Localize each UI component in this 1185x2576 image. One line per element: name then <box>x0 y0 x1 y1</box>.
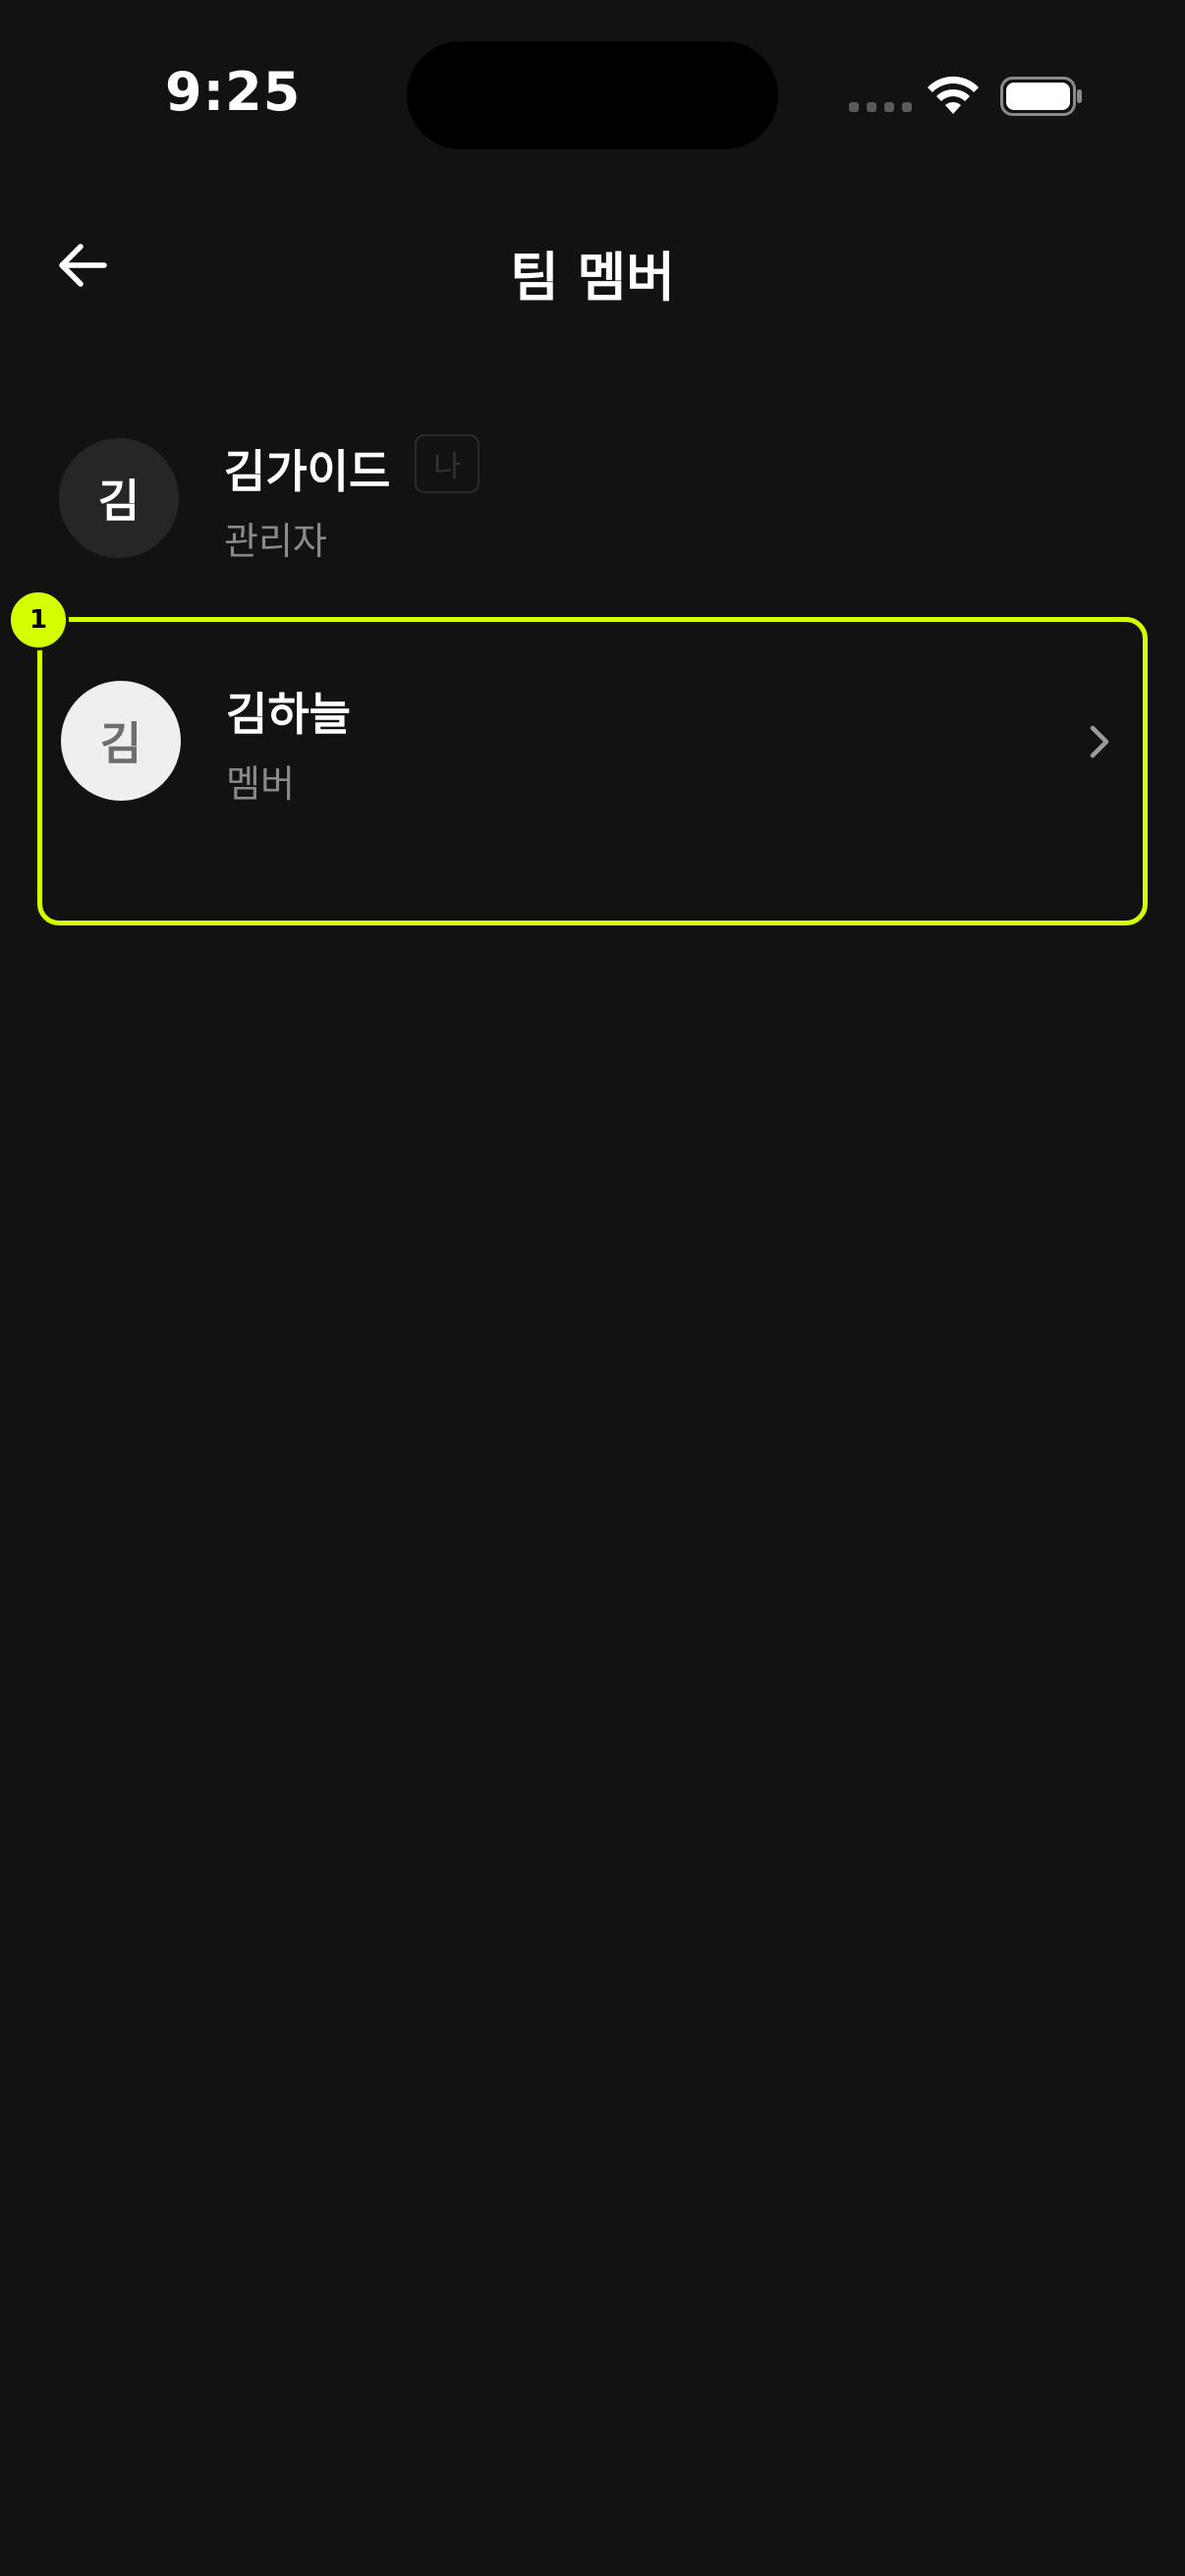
member-role: 멤버 <box>226 762 295 806</box>
member-row-member[interactable]: 김 김하늘 멤버 <box>37 617 1148 925</box>
member-name: 김가이드 <box>224 445 391 498</box>
wifi-icon <box>928 76 979 114</box>
member-row-admin: 김 김가이드 나 관리자 <box>37 413 1148 589</box>
annotation-marker: 1 <box>8 589 69 650</box>
screen: 9:25 팀 멤버 김 김가이드 나 관리자 김 김하늘 멤버 1 <box>0 0 1185 2576</box>
member-name: 김하늘 <box>226 688 351 741</box>
me-badge: 나 <box>415 434 480 493</box>
chevron-right-icon <box>1090 725 1109 758</box>
avatar: 김 <box>59 438 179 558</box>
battery-icon <box>1000 77 1082 116</box>
signal-icon <box>849 102 912 112</box>
header: 팀 멤버 <box>0 206 1185 324</box>
status-bar: 9:25 <box>0 0 1185 196</box>
avatar: 김 <box>61 681 181 801</box>
page-title: 팀 멤버 <box>510 247 675 308</box>
member-role: 관리자 <box>224 520 327 563</box>
status-time: 9:25 <box>165 61 302 123</box>
dynamic-island <box>407 41 778 149</box>
